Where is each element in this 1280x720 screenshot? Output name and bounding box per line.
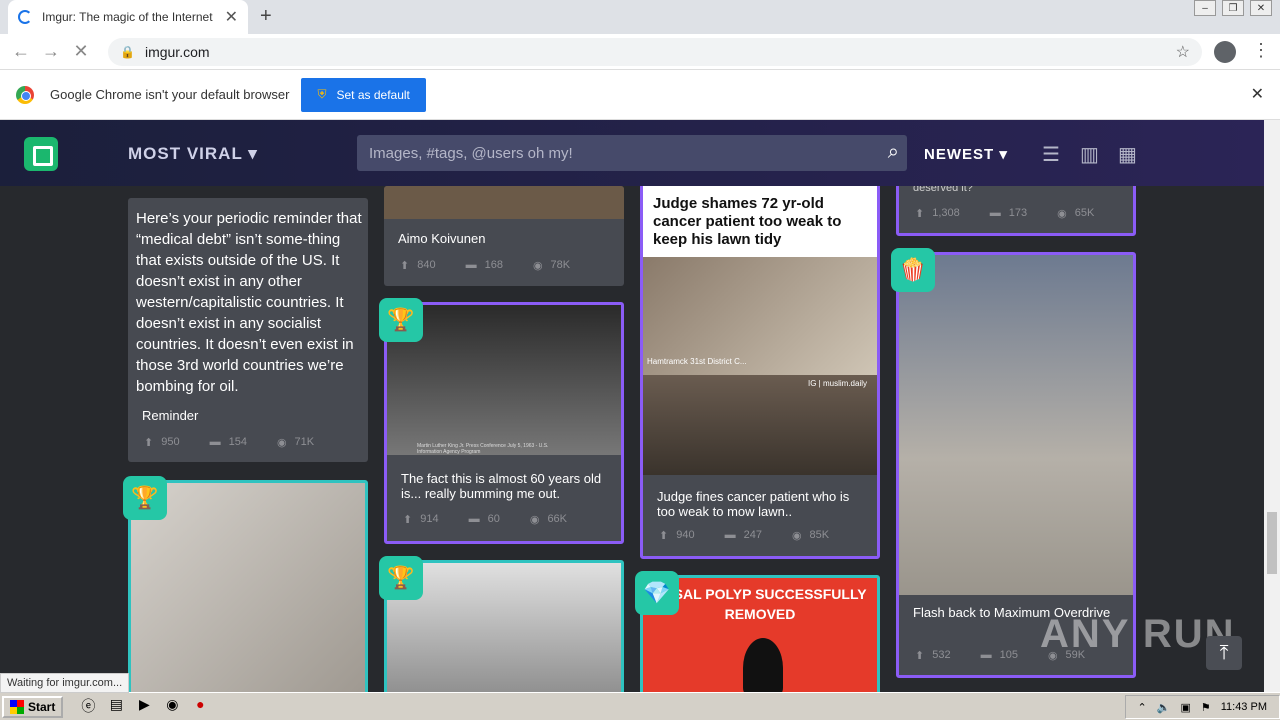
section-dropdown[interactable]: MOST VIRAL ▾ [128,144,258,164]
forward-icon[interactable]: → [36,41,66,62]
post-text: Here’s your periodic reminder that “medi… [136,210,362,395]
post-stats: ⬆ 1,308 ▬ 173 ◉ 65K [915,207,1095,220]
folder-icon[interactable]: ▤ [105,696,127,718]
bookmark-star-icon[interactable]: ☆ [1176,42,1190,62]
post-stats: ⬆ 940 ▬ 247 ◉ 85K [659,529,830,542]
diamond-badge-icon: 💎 [635,571,679,615]
search-input[interactable]: Images, #tags, @users oh my! ⌕ [357,135,907,171]
upvotes: 950 [161,436,180,448]
post-stats: ⬆ 950 ▬ 154 ◉ 71K [144,436,322,449]
post-image [899,255,1133,595]
back-icon[interactable]: ← [6,41,36,62]
post-card[interactable]: Judge shames 72 yr-old cancer patient to… [640,176,880,559]
sort-dropdown[interactable]: NEWEST ▾ [924,145,1008,163]
lock-icon: 🔒 [120,45,135,59]
close-tab-icon[interactable]: ✕ [225,7,238,27]
chrome-taskbar-icon[interactable]: ◉ [161,696,183,718]
views: 71K [294,436,315,448]
popcorn-badge-icon: 🍿 [891,248,935,292]
trophy-badge-icon: 🏆 [123,476,167,520]
image-caption: Martin Luther King Jr. Press Conference … [417,443,549,455]
grid-view-icon[interactable]: ▦ [1118,142,1137,167]
start-button[interactable]: Start [2,695,64,718]
post-card[interactable]: Aimo Koivunen ⬆ 840 ▬ 168 ◉ 78K [384,186,624,286]
default-browser-infobar: Google Chrome isn't your default browser… [0,70,1280,120]
trophy-badge-icon: 🏆 [379,298,423,342]
media-player-icon[interactable]: ▶ [133,696,155,718]
page-scrollbar[interactable] [1264,120,1280,692]
video-image [643,375,877,475]
list-view-icon[interactable]: ▥ [1080,142,1099,167]
post-image [384,186,624,219]
imgur-logo-icon[interactable] [24,137,58,171]
minimize-icon[interactable]: – [1194,0,1216,16]
chrome-logo-icon [16,85,34,104]
set-default-button[interactable]: ⛨ Set as default [301,77,426,112]
new-tab-icon[interactable]: + [260,5,272,28]
start-label: Start [28,699,56,714]
imgur-header: MOST VIRAL ▾ Images, #tags, @users oh my… [0,120,1264,186]
search-icon[interactable]: ⌕ [888,141,899,164]
close-infobar-icon[interactable]: ✕ [1251,84,1264,104]
scroll-top-button[interactable]: ⤒ [1206,636,1242,670]
post-stats: ⬆ 914 ▬ 60 ◉ 66K [403,513,568,526]
flag-icon[interactable]: ⚑ [1201,701,1211,714]
close-window-icon[interactable]: ✕ [1250,0,1272,16]
court-label: Hamtramck 31st District C... [647,357,747,366]
ie-icon[interactable]: ⓔ [77,696,99,718]
shield-icon: ⛨ [317,87,327,101]
infobar-text: Google Chrome isn't your default browser [50,87,290,102]
system-tray: ⌃ 🔈 ▣ ⚑ 11:43 PM [1124,695,1280,719]
tab-bar: Imgur: The magic of the Internet ✕ + – ❐… [0,0,1280,34]
trophy-badge-icon: 🏆 [379,556,423,600]
address-bar: ← → ✕ 🔒 imgur.com ☆ ⋮ [0,34,1280,70]
url-text: imgur.com [144,44,210,60]
post-title: Aimo Koivunen [398,231,486,246]
post-card[interactable]: Here’s your periodic reminder that “medi… [128,198,368,462]
headline-text: Judge shames 72 yr-old cancer patient to… [653,195,842,248]
post-stats: ⬆ 840 ▬ 168 ◉ 78K [400,259,571,272]
post-title: Reminder [142,408,199,423]
menu-icon[interactable]: ⋮ [1252,40,1270,61]
status-bar: Waiting for imgur.com... [0,673,130,693]
network-icon[interactable]: ▣ [1180,701,1190,714]
browser-tab[interactable]: Imgur: The magic of the Internet ✕ [8,0,248,34]
post-title: The fact this is almost 60 years old is.… [401,471,602,501]
loading-spinner-icon [18,10,32,24]
comment-icon: ▬ [209,436,221,448]
clock: 11:43 PM [1220,701,1267,713]
views-icon: ◉ [276,437,287,449]
scrollbar-thumb[interactable] [1267,512,1277,574]
tab-title: Imgur: The magic of the Internet [42,10,213,24]
comments: 154 [228,436,247,448]
omnibox[interactable]: 🔒 imgur.com ☆ [108,38,1202,66]
penguin-image [743,638,783,692]
volume-icon[interactable]: 🔈 [1157,701,1171,714]
post-title: Judge fines cancer patient who is too we… [657,489,850,519]
filter-icon[interactable]: ☰ [1042,142,1060,167]
search-placeholder: Images, #tags, @users oh my! [369,144,573,162]
windows-taskbar: Start ⓔ ▤ ▶ ◉ ● ⌃ 🔈 ▣ ⚑ 11:43 PM [0,692,1280,720]
windows-logo-icon [10,699,24,714]
set-default-label: Set as default [336,87,410,102]
window-controls: – ❐ ✕ [1194,0,1272,16]
restore-icon[interactable]: ❐ [1222,0,1244,16]
ig-tag: IG | muslim.daily [808,379,867,388]
tray-arrow-icon[interactable]: ⌃ [1138,701,1147,714]
upvote-icon: ⬆ [144,437,154,449]
opera-icon[interactable]: ● [189,696,211,718]
imgur-page: MOST VIRAL ▾ Images, #tags, @users oh my… [0,120,1264,692]
stop-icon[interactable]: ✕ [66,41,96,62]
profile-icon[interactable] [1214,41,1236,63]
